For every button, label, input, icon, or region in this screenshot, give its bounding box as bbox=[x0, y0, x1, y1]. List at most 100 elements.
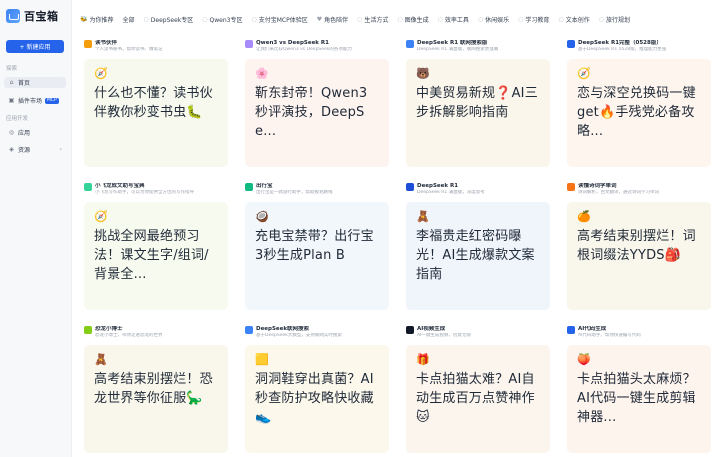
card-description: 恐龙小博士，带你走进恐龙的世界 bbox=[95, 333, 163, 338]
category-label: 图像生成 bbox=[404, 16, 429, 24]
card-cover[interactable]: 🐻 中美贸易新规❓AI三步拆解影响指南 bbox=[406, 59, 550, 167]
app-avatar-icon bbox=[406, 183, 414, 191]
cover-emoji-icon: 🧸 bbox=[416, 210, 430, 223]
category-tab[interactable]: 🐝 为你推荐 bbox=[80, 15, 114, 24]
card-title: DeepSeek R1 bbox=[417, 183, 459, 189]
category-tabs: 🐝 为你推荐 全部 ◌ DeepSeek专区 ◌ Qwen3专区 ◌ 支付宝MCP体验区 ♥ 角色陪… bbox=[80, 13, 716, 25]
card-header: Qwen3 vs DeepSeek R1 让我们来比较Qwen3 vs DeepS… bbox=[245, 40, 389, 56]
app-card[interactable]: DeepSeek联网搜索 基于DeepSeek大模型，支持联网实时搜索 🟨 洞洞鞋穿出… bbox=[239, 321, 395, 457]
cover-text: 洞洞鞋穿出真菌？AI秒查防护攻略快收藏👟 bbox=[255, 372, 374, 425]
app-card[interactable]: DeepSeek R1完整（0528版） 基于DeepSeek R1 0528版，… bbox=[561, 35, 717, 171]
cover-emoji-icon: 🧭 bbox=[94, 67, 108, 80]
card-title: 恐龙小博士 bbox=[95, 326, 123, 332]
category-label: 支付宝MCP体验区 bbox=[258, 16, 308, 24]
app-avatar-icon bbox=[84, 183, 92, 191]
category-label: Qwen3专区 bbox=[209, 16, 243, 24]
card-description: 基于DeepSeek大模型，支持联网实时搜索 bbox=[256, 333, 342, 338]
sidebar-item-plugins[interactable]: ▣ 插件市场 MCP bbox=[4, 95, 66, 106]
category-tab[interactable]: ◌ 生活方式 bbox=[357, 15, 388, 24]
category-label: 全部 bbox=[122, 16, 135, 24]
cover-text: 充电宝禁带？出行宝3秒生成Plan B bbox=[255, 229, 374, 263]
app-avatar-icon bbox=[245, 326, 253, 334]
cover-text: 恋与深空兑换码一键get🔥手残党必备攻略... bbox=[577, 86, 696, 139]
category-label: 为你推荐 bbox=[89, 16, 114, 24]
sidebar-item-home[interactable]: ⌂ 首页 bbox=[4, 77, 66, 88]
app-card[interactable]: 小飞龙成文助写宝典 小飞龙写作助手，可以为你提供全方位的写作指导 🧭 挑战全网最绝预习… bbox=[78, 178, 234, 314]
card-cover[interactable]: 🟨 洞洞鞋穿出真菌？AI秒查防护攻略快收藏👟 bbox=[245, 345, 389, 453]
card-cover[interactable]: 🌸 靳东封帝！Qwen3秒评演技，DeepSe... bbox=[245, 59, 389, 167]
category-tab[interactable]: ◌ DeepSeek专区 bbox=[144, 15, 194, 24]
card-description: AI代码助手，帮你快速编写代码 bbox=[578, 333, 641, 338]
resource-icon: ◈ bbox=[9, 146, 14, 153]
category-label: DeepSeek专区 bbox=[150, 16, 194, 24]
app-card[interactable]: DeepSeek R1 DeepSeek R1 满血版，深度思考 🧸 李福贵走红密码曝… bbox=[400, 178, 556, 314]
card-cover[interactable]: 🧭 挑战全网最绝预习法！课文生字/组词/背景全... bbox=[84, 202, 228, 310]
card-description: DeepSeek R1 满血版，深度思考 bbox=[417, 190, 485, 195]
cover-text: 挑战全网最绝预习法！课文生字/组词/背景全... bbox=[94, 229, 209, 282]
cover-text: 靳东封帝！Qwen3秒评演技，DeepSe... bbox=[255, 86, 368, 139]
cover-text: 中美贸易新规❓AI三步拆解影响指南 bbox=[416, 86, 538, 120]
app-avatar-icon bbox=[84, 40, 92, 48]
category-icon: ◌ bbox=[397, 15, 403, 23]
card-cover[interactable]: 🧭 什么也不懂？读书伙伴教你秒变书虫🐛 bbox=[84, 59, 228, 167]
cover-emoji-icon: 🧸 bbox=[94, 353, 108, 366]
card-description: AI一键生成视频，创意无限 bbox=[417, 333, 471, 338]
category-tab[interactable]: 全部 bbox=[123, 15, 135, 24]
sidebar-item-apps[interactable]: ◎ 应用 bbox=[4, 127, 66, 138]
sidebar-item-label: 插件市场 bbox=[18, 98, 43, 105]
category-label: 文本创作 bbox=[565, 16, 590, 24]
category-icon: 🐝 bbox=[80, 15, 88, 23]
category-tab[interactable]: ◌ 休闲娱乐 bbox=[478, 15, 509, 24]
card-cover[interactable]: 🎁 卡点拍猫太难？AI自动生成百万点赞神作🐱 bbox=[406, 345, 550, 453]
cover-text: 什么也不懂？读书伙伴教你秒变书虫🐛 bbox=[94, 86, 213, 120]
sidebar-item-label: 资源 bbox=[18, 147, 31, 154]
category-tab[interactable]: ◌ 图像生成 bbox=[397, 15, 428, 24]
card-title: DeepSeek联网搜索 bbox=[256, 326, 310, 332]
app-card[interactable]: 恐龙小博士 恐龙小博士，带你走进恐龙的世界 🧸 高考结束别摆烂！恐龙世界等你征服🦕 bbox=[78, 321, 234, 457]
category-tab[interactable]: ◌ 文本创作 bbox=[558, 15, 589, 24]
card-description: 基于DeepSeek R1 0528版，推理能力更强 bbox=[578, 47, 667, 52]
cover-emoji-icon: 🌸 bbox=[255, 67, 269, 80]
cover-emoji-icon: 🍑 bbox=[577, 353, 591, 366]
new-app-button[interactable]: + 新建应用 bbox=[6, 40, 64, 53]
card-header: 读书伙伴 个人读书秘书，帮你读书、做笔记 bbox=[84, 40, 228, 56]
category-icon: ◌ bbox=[518, 15, 524, 23]
card-header: 出行宝 出行宝是一款旅行助手，帮助规划路线 bbox=[245, 183, 389, 199]
app-card[interactable]: AI视频生成 AI一键生成视频，创意无限 🎁 卡点拍猫太难？AI自动生成百万点赞神作🐱 bbox=[400, 321, 556, 457]
category-tab[interactable]: ◌ 支付宝MCP体验区 bbox=[251, 15, 307, 24]
card-description: 个人读书秘书，帮你读书、做笔记 bbox=[95, 47, 163, 52]
category-tab[interactable]: ◌ 效率工具 bbox=[438, 15, 469, 24]
app-card[interactable]: AI代码生成 AI代码助手，帮你快速编写代码 🍑 卡点拍猫头太麻烦？AI代码一键生成剪… bbox=[561, 321, 717, 457]
sidebar-item-resources[interactable]: ◈ 资源 › bbox=[4, 144, 66, 155]
app-card[interactable]: DeepSeek R1 联网搜索版 DeepSeek R1 满血版，联网搜索更准确… bbox=[400, 35, 556, 171]
card-cover[interactable]: 🧸 高考结束别摆烂！恐龙世界等你征服🦕 bbox=[84, 345, 228, 453]
app-card[interactable]: 读懂诗词学单词 诗词解析，古文翻译，通过诗词学习单词 🍊 高考结束别摆烂！词根词缀法Y… bbox=[561, 178, 717, 314]
card-cover[interactable]: 🧸 李福贵走红密码曝光！AI生成爆款文案指南 bbox=[406, 202, 550, 310]
card-description: 让我们来比较Qwen3 vs DeepSeek的各项能力 bbox=[256, 47, 352, 52]
category-tab[interactable]: ◌ 旅行规划 bbox=[599, 15, 630, 24]
category-icon: ◌ bbox=[357, 15, 363, 23]
app-card[interactable]: 出行宝 出行宝是一款旅行助手，帮助规划路线 🥥 充电宝禁带？出行宝3秒生成Plan B bbox=[239, 178, 395, 314]
card-cover[interactable]: 🍊 高考结束别摆烂！词根词缀法YYDS🎒 bbox=[567, 202, 711, 310]
app-icon: ◎ bbox=[8, 129, 15, 136]
category-icon: ◌ bbox=[598, 15, 604, 23]
category-tab[interactable]: ◌ Qwen3专区 bbox=[202, 15, 242, 24]
card-cover[interactable]: 🥥 充电宝禁带？出行宝3秒生成Plan B bbox=[245, 202, 389, 310]
card-cover[interactable]: 🧭 恋与深空兑换码一键get🔥手残党必备攻略... bbox=[567, 59, 711, 167]
app-card[interactable]: Qwen3 vs DeepSeek R1 让我们来比较Qwen3 vs DeepS… bbox=[239, 35, 395, 171]
cover-text: 高考结束别摆烂！词根词缀法YYDS🎒 bbox=[577, 229, 696, 263]
cover-emoji-icon: 🥥 bbox=[255, 210, 269, 223]
card-title: 出行宝 bbox=[256, 183, 273, 189]
app-card[interactable]: 读书伙伴 个人读书秘书，帮你读书、做笔记 🧭 什么也不懂？读书伙伴教你秒变书虫🐛 bbox=[78, 35, 234, 171]
category-tab[interactable]: ◌ 学习教育 bbox=[518, 15, 549, 24]
category-tab[interactable]: ♥ 角色陪伴 bbox=[317, 15, 348, 24]
card-title: 读懂诗词学单词 bbox=[578, 183, 617, 189]
treasure-box-icon bbox=[6, 9, 20, 23]
card-description: 诗词解析，古文翻译，通过诗词学习单词 bbox=[578, 190, 659, 195]
app-avatar-icon bbox=[406, 40, 414, 48]
card-cover[interactable]: 🍑 卡点拍猫头太麻烦？AI代码一键生成剪辑神器... bbox=[567, 345, 711, 453]
section-label-explore: 探索 bbox=[6, 66, 18, 72]
category-icon: ◌ bbox=[143, 15, 149, 23]
cover-emoji-icon: 🟨 bbox=[255, 353, 269, 366]
app-logo[interactable]: 百宝箱 bbox=[6, 8, 59, 24]
